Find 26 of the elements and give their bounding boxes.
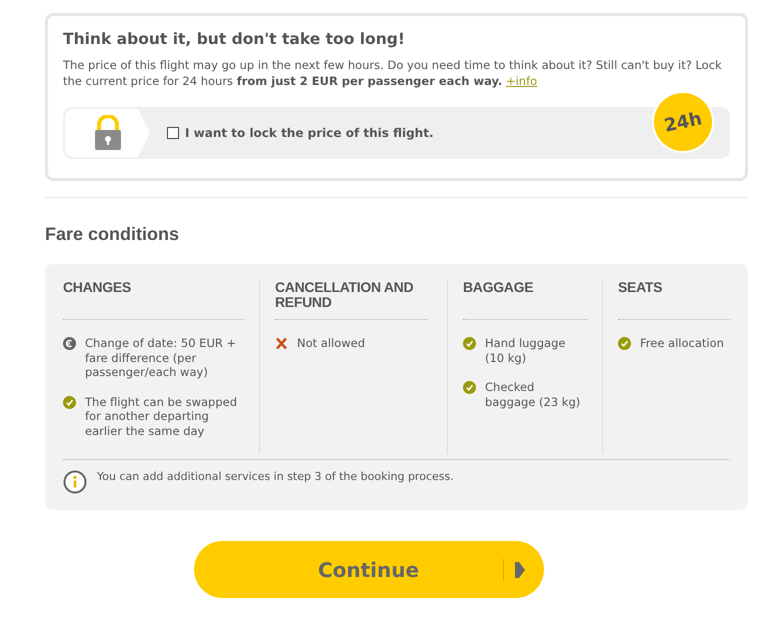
column-heading: BAGGAGE [463, 280, 587, 320]
condition-text: Change of date: 50 EUR + fare difference (per passenger/each way) [85, 336, 238, 380]
info-icon [63, 470, 87, 494]
lock-checkbox[interactable] [167, 127, 179, 139]
arrow-icon [514, 562, 524, 578]
condition-text: Free allocation [640, 336, 724, 351]
offer-title: Think about it, but don't take too long! [63, 30, 406, 48]
column-heading: SEATS [618, 280, 730, 320]
info-note: You can add additional services in step 3 of the booking process. [97, 470, 454, 483]
padlock-icon [94, 115, 122, 151]
section-title: Fare conditions [45, 224, 180, 245]
condition-text: Not allowed [297, 336, 366, 351]
condition-text: Hand luggage (10 kg) [485, 336, 566, 366]
check-icon [618, 337, 631, 350]
check-icon [463, 381, 476, 394]
euro-icon [63, 337, 76, 350]
cross-icon [275, 337, 288, 350]
checkbox-label[interactable]: I want to lock the price of this flight. [185, 126, 434, 140]
condition-text: Checked baggage (23 kg) [485, 380, 582, 410]
check-icon [63, 396, 76, 409]
column-heading: CANCELLATION AND REFUND [275, 280, 427, 320]
continue-button[interactable]: Continue [194, 541, 544, 598]
info-link[interactable]: +info [506, 74, 538, 88]
check-icon [463, 337, 476, 350]
condition-text: The flight can be swapped for another departing earlier the same day [85, 394, 238, 439]
column-heading: CHANGES [63, 280, 244, 320]
